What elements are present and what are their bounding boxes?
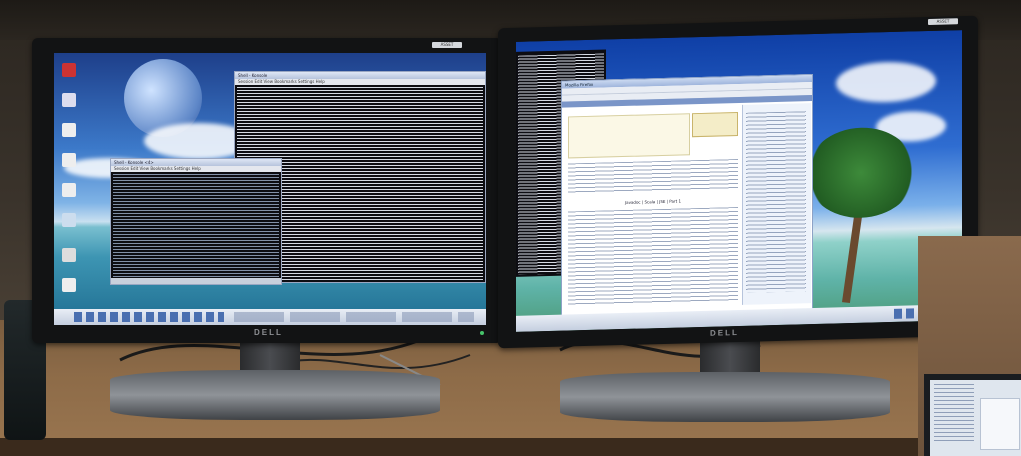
right-monitor: ASSET Mozilla Firefox Javadoc | Scala | … [498,15,978,349]
left-monitor-logo: DELL [254,328,283,337]
taskbar-icons[interactable] [74,312,224,322]
laptop [918,236,1021,456]
page-meta-text [568,159,738,194]
desk-edge [0,438,1021,456]
page-idea-badge [692,112,738,138]
terminal-title-bar[interactable]: Shell - Konsole <4> [111,159,281,166]
desktop-icon[interactable] [62,278,76,292]
terminal-menu-bar[interactable]: Session Edit View Bookmarks Settings Hel… [111,166,281,172]
left-screen: Shell - Konsole Session Edit View Bookma… [54,53,486,325]
page-info-box [568,113,690,159]
laptop-window [930,380,1021,456]
desktop-icon[interactable] [62,183,76,197]
desktop-icon[interactable] [62,213,76,227]
browser-window[interactable]: Mozilla Firefox Javadoc | Scala | JSE | … [561,74,813,318]
terminal-menu-bar[interactable]: Session Edit View Bookmarks Settings Hel… [235,79,485,85]
desktop-icon[interactable] [62,123,76,137]
desktop-icon[interactable] [62,63,76,77]
left-power-led [480,331,484,335]
desktop-icon[interactable] [62,153,76,167]
right-monitor-sticker: ASSET [928,18,958,26]
left-monitor-sticker: ASSET [432,42,462,48]
laptop-window-content [934,384,974,444]
doc-header: Javadoc | Scala | JSE | Part 1 [624,198,682,205]
taskbar-tasks[interactable] [234,312,474,322]
left-monitor-stand-base [110,370,440,420]
laptop-window-panel [980,398,1020,450]
desktop-icon[interactable] [62,93,76,107]
page-body-text [568,207,738,307]
left-monitor: ASSET Shell - Konsole Session Edit View … [32,38,502,343]
terminal-output [113,174,279,282]
terminal-tab-bar [111,278,281,284]
sidebar-links[interactable] [746,111,806,293]
terminal-window-small[interactable]: Shell - Konsole <4> Session Edit View Bo… [110,158,282,285]
right-monitor-stand-base [560,372,890,422]
right-monitor-logo: DELL [710,327,739,338]
right-screen: Mozilla Firefox Javadoc | Scala | JSE | … [516,30,962,332]
desktop-icon[interactable] [62,248,76,262]
left-taskbar [54,309,486,325]
terminal-title-bar[interactable]: Shell - Konsole [235,72,485,79]
laptop-screen [924,374,1021,456]
